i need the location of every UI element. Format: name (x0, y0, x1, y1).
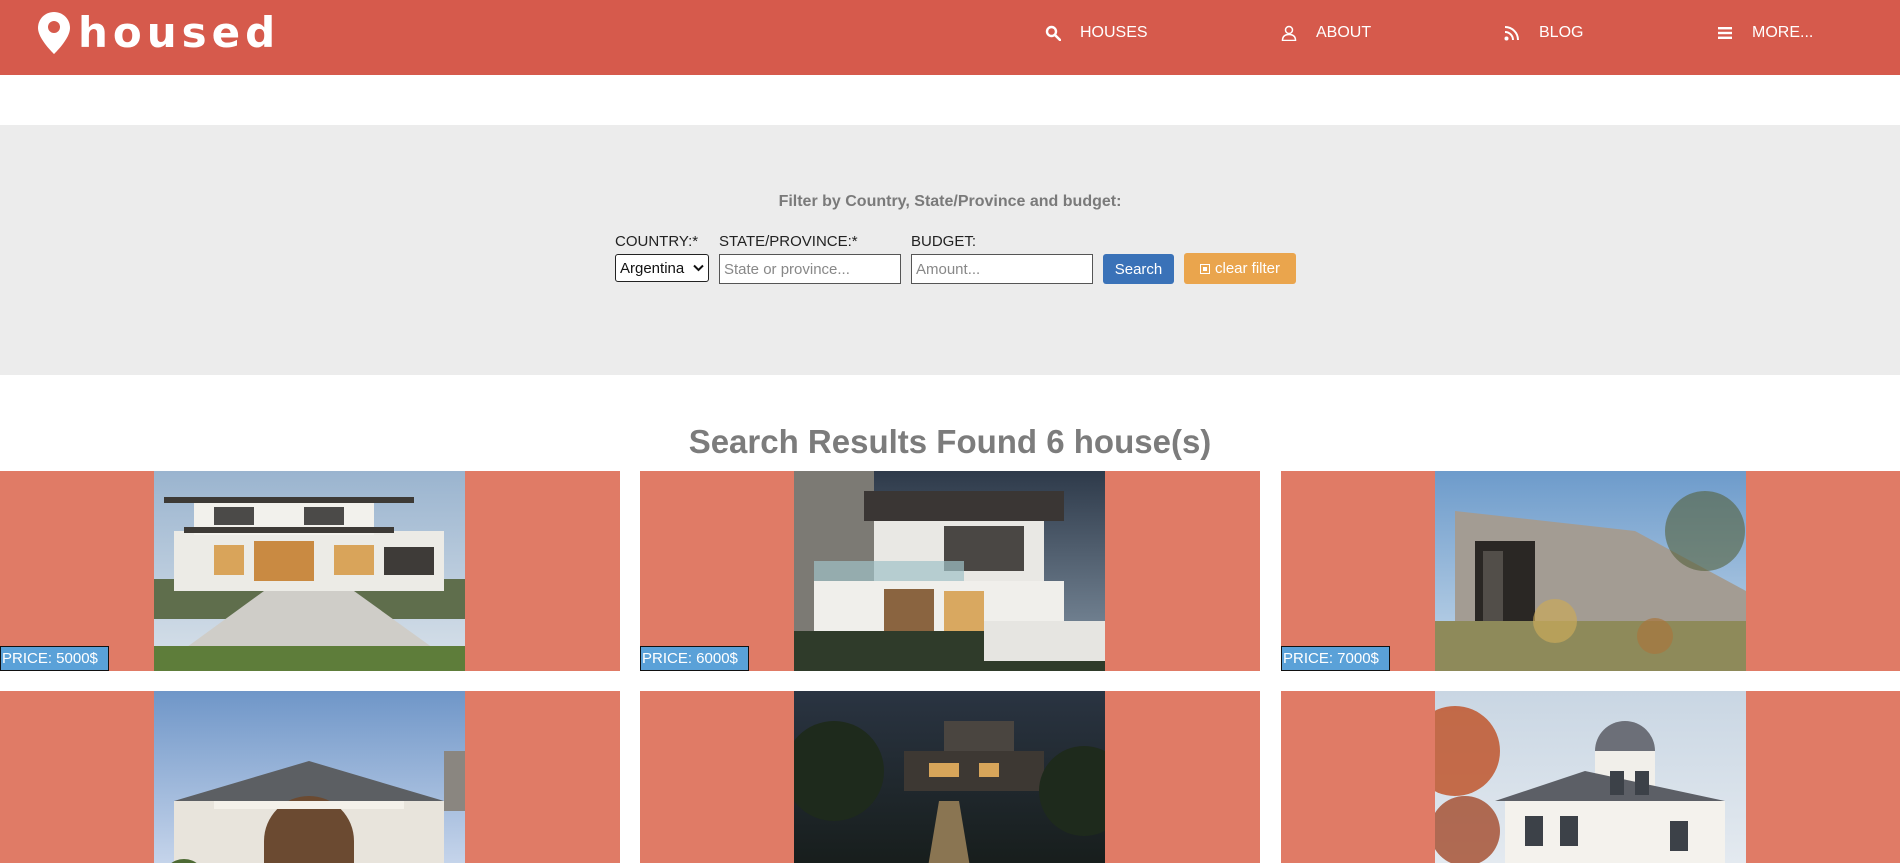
house-card[interactable]: PRICE: 5000$ (0, 471, 620, 671)
house-card[interactable] (1281, 691, 1900, 863)
brand-logo[interactable]: housed (38, 12, 280, 54)
filter-title: Filter by Country, State/Province and bu… (778, 193, 1122, 210)
menu-icon (1716, 24, 1734, 42)
nav-blog-label: BLOG (1539, 24, 1584, 41)
country-select-value: Argentina (620, 259, 685, 277)
nav-more[interactable]: MORE... (1716, 24, 1813, 42)
house-photo (1435, 471, 1746, 671)
state-input[interactable]: State or province... (719, 254, 901, 284)
country-select[interactable]: Argentina (615, 254, 709, 282)
price-badge: PRICE: 7000$ (1281, 646, 1390, 671)
country-label: COUNTRY:* (615, 233, 699, 250)
brand-name: housed (78, 8, 281, 57)
clear-icon (1199, 263, 1210, 274)
nav-houses-label: HOUSES (1080, 24, 1148, 41)
house-photo (154, 691, 465, 863)
price-badge: PRICE: 5000$ (0, 646, 109, 671)
price-badge: PRICE: 6000$ (640, 646, 749, 671)
state-label: STATE/PROVINCE:* (719, 233, 858, 250)
rss-icon (1503, 24, 1521, 42)
house-card[interactable] (640, 691, 1260, 863)
search-icon (1044, 24, 1062, 42)
results-heading: Search Results Found 6 house(s) (688, 423, 1212, 460)
nav-houses[interactable]: HOUSES (1044, 24, 1148, 42)
nav-about[interactable]: ABOUT (1280, 24, 1371, 42)
budget-input-placeholder: Amount... (916, 260, 981, 278)
user-icon (1280, 24, 1298, 42)
search-button[interactable]: Search (1103, 254, 1174, 284)
house-photo (154, 471, 465, 671)
budget-label: BUDGET: (911, 233, 977, 250)
house-photo (794, 471, 1105, 671)
house-photo (794, 691, 1105, 863)
clear-filter-label: clear filter (1214, 260, 1281, 277)
house-card[interactable]: PRICE: 6000$ (640, 471, 1260, 671)
state-input-placeholder: State or province... (724, 260, 850, 278)
nav-blog[interactable]: BLOG (1503, 24, 1583, 42)
chevron-down-icon (693, 264, 704, 272)
nav-more-label: MORE... (1752, 24, 1814, 41)
house-card[interactable]: PRICE: 7000$ (1281, 471, 1900, 671)
navbar: housed HOUSES ABOUT BLOG MORE... (0, 0, 1900, 75)
map-pin-icon (38, 12, 70, 54)
budget-input[interactable]: Amount... (911, 254, 1093, 284)
house-photo (1435, 691, 1746, 863)
clear-filter-button[interactable]: clear filter (1184, 253, 1296, 284)
nav-about-label: ABOUT (1316, 24, 1372, 41)
filter-section: Filter by Country, State/Province and bu… (0, 125, 1900, 375)
house-card[interactable] (0, 691, 620, 863)
